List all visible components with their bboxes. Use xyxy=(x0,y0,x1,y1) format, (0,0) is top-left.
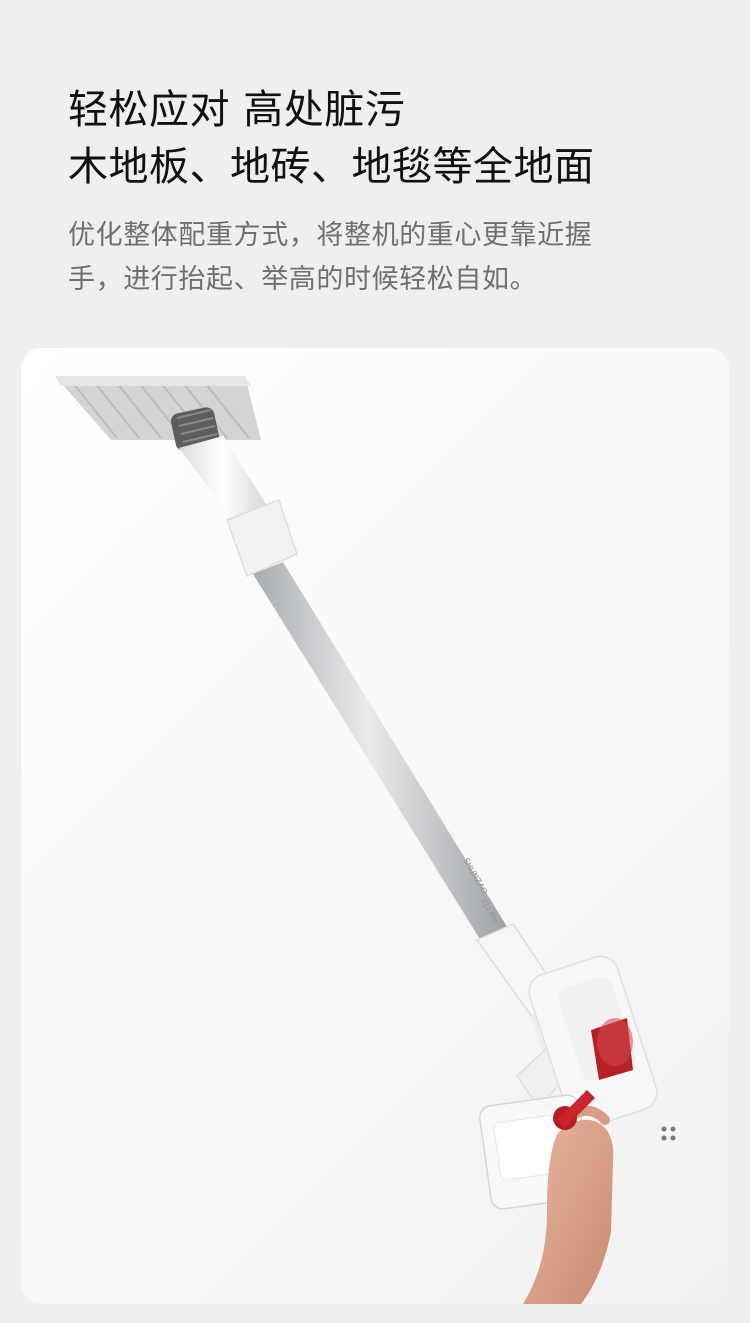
headline: 轻松应对 高处脏污 木地板、地砖、地毯等全地面 xyxy=(68,82,595,196)
description-line-1: 优化整体配重方式，将整机的重心更靠近握 xyxy=(68,220,593,251)
extension-rod: SHUNZAO Z11 Pro xyxy=(253,562,509,944)
description: 优化整体配重方式，将整机的重心更靠近握 手，进行抬起、举高的时候轻松自如。 xyxy=(68,214,698,302)
vacuum-illustration: SHUNZAO Z11 Pro xyxy=(55,376,676,1304)
product-detail-page: 轻松应对 高处脏污 木地板、地砖、地毯等全地面 优化整体配重方式，将整机的重心更… xyxy=(0,0,750,1323)
brush-adapter xyxy=(179,436,298,578)
brush-head xyxy=(55,376,261,440)
product-photo-card: SHUNZAO Z11 Pro xyxy=(21,348,729,1304)
headline-line-2: 木地板、地砖、地毯等全地面 xyxy=(68,144,595,190)
headline-line-1: 轻松应对 高处脏污 xyxy=(68,87,406,133)
description-line-2: 手，进行抬起、举高的时候轻松自如。 xyxy=(68,264,538,295)
